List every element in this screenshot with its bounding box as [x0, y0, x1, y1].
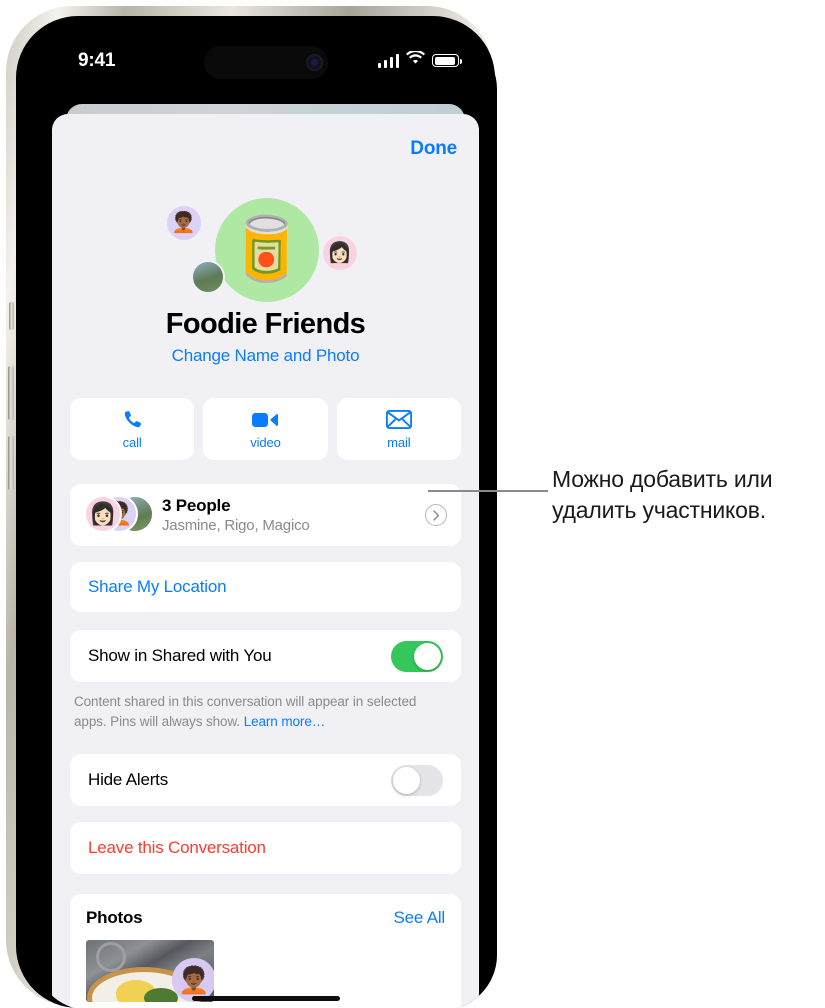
group-title: Foodie Friends [165, 308, 366, 340]
member-avatar-2: 👩🏻 [322, 236, 357, 270]
share-my-location-label: Share My Location [88, 577, 227, 596]
phone-bezel: 9:41 Done [16, 16, 497, 1008]
photos-section: Photos See All 🧑🏾‍🦱 [70, 894, 461, 1008]
see-all-button[interactable]: See All [393, 908, 445, 928]
show-in-shared-with-you-toggle[interactable] [391, 640, 443, 672]
video-camera-icon [252, 409, 279, 431]
battery-icon [432, 54, 462, 67]
call-button-label: call [122, 434, 142, 450]
group-photo-icon[interactable]: 🥫 [214, 198, 319, 302]
member-avatar-3 [190, 260, 225, 294]
group-header: 🥫 🧑🏾‍🦱 👩🏻 Foodie Friends Change Name and… [52, 198, 479, 366]
people-avatar-1: 👩🏻 [84, 495, 122, 533]
people-row[interactable]: 🧑🏾‍🦱 👩🏻 3 People Jasmine, Rigo, Magico [70, 484, 461, 546]
signal-bars-icon [377, 53, 399, 68]
video-button[interactable]: video [203, 398, 328, 460]
front-camera-icon [306, 54, 323, 71]
people-count-label: 3 People [162, 496, 231, 515]
phone-screen: 9:41 Done [34, 34, 497, 1008]
photos-title: Photos [86, 908, 143, 927]
hide-alerts-label: Hide Alerts [88, 770, 169, 789]
group-details-sheet: Done 🥫 🧑🏾‍🦱 👩🏻 Foodie Friends Change Nam… [52, 114, 479, 1008]
callout-text: Можно добавить или удалить участников. [552, 466, 773, 524]
volume-down-button[interactable] [8, 436, 14, 490]
people-names-label: Jasmine, Rigo, Magico [162, 517, 310, 534]
screenshot-root: 9:41 Done [0, 0, 825, 1008]
leave-conversation-row[interactable]: Leave this Conversation [70, 822, 461, 874]
mail-button-label: mail [387, 434, 411, 450]
show-in-shared-with-you-label: Show in Shared with You [88, 646, 272, 665]
change-name-and-photo-link[interactable]: Change Name and Photo [52, 346, 479, 366]
volume-up-button[interactable] [8, 366, 14, 420]
group-avatar-cluster[interactable]: 🥫 🧑🏾‍🦱 👩🏻 [151, 198, 381, 306]
food-decor-2 [144, 988, 178, 1002]
chevron-right-icon[interactable] [425, 504, 447, 526]
silent-switch-button[interactable] [9, 302, 14, 330]
phone-icon [122, 409, 143, 431]
status-bar-time: 9:41 [78, 50, 116, 71]
glass-decor [96, 942, 126, 972]
shared-with-you-footnote: Content shared in this conversation will… [74, 692, 452, 731]
hide-alerts-toggle[interactable] [391, 764, 443, 796]
callout-leader-line [428, 490, 548, 492]
people-row-text: 3 People Jasmine, Rigo, Magico [162, 496, 310, 534]
quick-action-row: call video mail [70, 398, 461, 460]
status-bar: 9:41 [34, 34, 497, 96]
people-avatar-stack: 🧑🏾‍🦱 👩🏻 [84, 495, 156, 535]
leave-conversation-label: Leave this Conversation [88, 838, 266, 857]
wifi-icon [406, 49, 425, 70]
envelope-icon [385, 409, 412, 431]
home-indicator[interactable] [191, 996, 340, 1001]
phone-frame: 9:41 Done [6, 6, 497, 1008]
show-in-shared-with-you-row[interactable]: Show in Shared with You [70, 630, 461, 682]
member-avatar-1: 🧑🏾‍🦱 [166, 206, 201, 240]
done-button[interactable]: Done [410, 138, 457, 160]
hide-alerts-row[interactable]: Hide Alerts [70, 754, 461, 806]
photo-thumbnail[interactable]: 🧑🏾‍🦱 [86, 940, 214, 1002]
share-my-location-row[interactable]: Share My Location [70, 562, 461, 612]
status-bar-indicators [377, 49, 462, 70]
call-button[interactable]: call [70, 398, 195, 460]
mail-button[interactable]: mail [336, 398, 461, 460]
video-button-label: video [250, 434, 281, 450]
photos-header: Photos See All [86, 908, 445, 928]
learn-more-link[interactable]: Learn more… [244, 714, 326, 729]
